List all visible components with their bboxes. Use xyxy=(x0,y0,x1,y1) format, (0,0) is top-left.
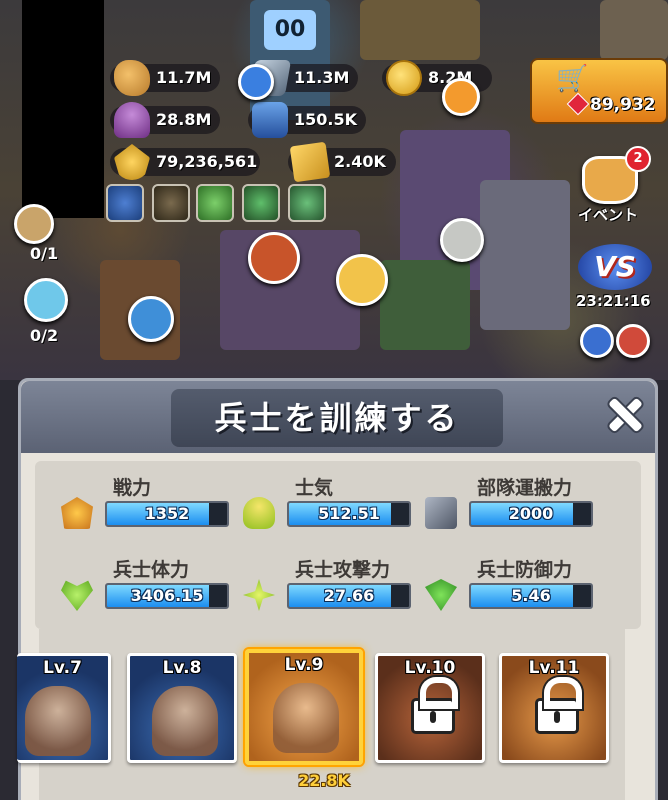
level-label: Lv.11 xyxy=(528,658,580,678)
location-icon[interactable] xyxy=(616,324,650,358)
stat-value: 1352 xyxy=(144,504,190,523)
research-queue-count: 0/2 xyxy=(30,326,59,345)
stat-power: 戦力 1352 xyxy=(55,473,245,529)
level-card-9[interactable]: Lv.9 xyxy=(245,649,363,765)
medal-icon xyxy=(114,144,150,180)
stat-health: 兵士体力 3406.15 xyxy=(55,555,245,611)
hammer-icon[interactable] xyxy=(14,204,54,244)
vegas-sign xyxy=(360,0,480,60)
park-area xyxy=(380,260,470,350)
level-card-10[interactable]: Lv.10 xyxy=(375,653,485,763)
coin-icon xyxy=(386,60,422,96)
event-label: イベント xyxy=(578,206,639,224)
soldier-portrait xyxy=(25,686,91,756)
cards-display[interactable]: 2.40K xyxy=(288,141,396,183)
stat-bar: 512.51 xyxy=(287,501,411,527)
stat-bar: 5.46 xyxy=(469,583,593,609)
gift-icon[interactable] xyxy=(248,232,300,284)
stat-value: 3406.15 xyxy=(130,586,204,605)
stat-bar: 27.66 xyxy=(287,583,411,609)
stat-label: 士気 xyxy=(295,477,334,499)
buff-badge-1[interactable] xyxy=(106,184,144,222)
level-label: Lv.9 xyxy=(284,655,324,675)
stats-panel: 戦力 1352 士気 512.51 部隊運搬力 2000 兵士体力 3406.1… xyxy=(35,461,641,629)
redacted-area xyxy=(22,0,104,218)
resource-oil[interactable]: 150.5K xyxy=(248,102,366,138)
buff-badge-3[interactable] xyxy=(196,184,234,222)
stat-value: 27.66 xyxy=(323,586,375,605)
level-card-11[interactable]: Lv.11 xyxy=(499,653,609,763)
tower-clock: 00 xyxy=(264,10,316,50)
stat-defense: 兵士防御力 5.46 xyxy=(419,555,609,611)
cart-icon: 🛒 xyxy=(556,64,589,94)
stat-bar: 2000 xyxy=(469,501,593,527)
attack-icon xyxy=(243,579,275,611)
vs-timer: 23:21:16 xyxy=(576,292,651,310)
power-display[interactable]: 79,236,561 xyxy=(110,144,260,180)
checkmark-icon[interactable] xyxy=(238,64,274,100)
eiffel-tower xyxy=(600,0,668,60)
level-label: Lv.8 xyxy=(162,658,202,678)
dialog-header: 兵士を訓練する xyxy=(21,381,655,453)
stat-label: 戦力 xyxy=(113,477,152,499)
megaphone-icon[interactable] xyxy=(336,254,388,306)
flask-icon[interactable] xyxy=(24,278,68,322)
grey-building xyxy=(480,180,570,330)
stat-label: 兵士防御力 xyxy=(477,559,573,581)
health-icon xyxy=(61,580,93,611)
stat-label: 兵士体力 xyxy=(113,559,190,581)
power-icon xyxy=(61,497,93,529)
bread-icon xyxy=(114,60,150,96)
buff-badge-2[interactable] xyxy=(152,184,190,222)
dialog-title: 兵士を訓練する xyxy=(214,399,460,437)
soldier-portrait xyxy=(152,686,218,756)
stat-value: 5.46 xyxy=(511,586,551,605)
train-soldiers-dialog: 兵士を訓練する 戦力 1352 士気 512.51 部隊運搬力 2000 兵士体… xyxy=(17,378,658,800)
close-button[interactable] xyxy=(603,393,647,437)
oil-barrel-icon xyxy=(252,102,288,138)
stat-attack: 兵士攻撃力 27.66 xyxy=(237,555,427,611)
build-queue-count: 0/1 xyxy=(30,244,59,263)
event-badge: 2 xyxy=(625,146,651,172)
stat-value: 512.51 xyxy=(318,504,380,523)
mushroom-icon xyxy=(114,102,150,138)
level-label: Lv.10 xyxy=(404,658,456,678)
map-pin-icon[interactable] xyxy=(580,324,614,358)
card-icon xyxy=(289,141,331,183)
selected-level-count: 22.8K xyxy=(298,771,350,790)
lock-icon xyxy=(535,677,582,734)
board-icon[interactable] xyxy=(128,296,174,342)
resource-food[interactable]: 11.7M xyxy=(110,60,220,96)
pumpkin-icon[interactable] xyxy=(442,78,480,116)
level-card-8[interactable]: Lv.8 xyxy=(127,653,237,763)
defense-icon xyxy=(425,579,457,611)
stat-bar: 1352 xyxy=(105,501,229,527)
lock-icon xyxy=(411,677,458,734)
vs-button[interactable]: VS xyxy=(578,244,652,290)
stat-value: 2000 xyxy=(508,504,554,523)
soldier-portrait xyxy=(273,683,339,753)
stat-carry-capacity: 部隊運搬力 2000 xyxy=(419,473,609,529)
level-label: Lv.7 xyxy=(43,658,82,678)
gem-count: 89,932 xyxy=(590,95,656,115)
stat-label: 部隊運搬力 xyxy=(477,477,573,499)
level-card-7[interactable]: Lv.7 xyxy=(17,653,111,763)
level-selector: Lv.7 Lv.8 Lv.9 Lv.10 Lv.11 22.8K xyxy=(17,629,625,800)
buff-badge-4[interactable] xyxy=(242,184,280,222)
buff-badge-5[interactable] xyxy=(288,184,326,222)
stat-bar: 3406.15 xyxy=(105,583,229,609)
jeep-icon[interactable] xyxy=(440,218,484,262)
stat-label: 兵士攻撃力 xyxy=(295,559,391,581)
resource-mushroom[interactable]: 28.8M xyxy=(110,102,220,138)
carry-icon xyxy=(425,497,457,529)
stat-morale: 士気 512.51 xyxy=(237,473,427,529)
morale-icon xyxy=(243,497,275,529)
